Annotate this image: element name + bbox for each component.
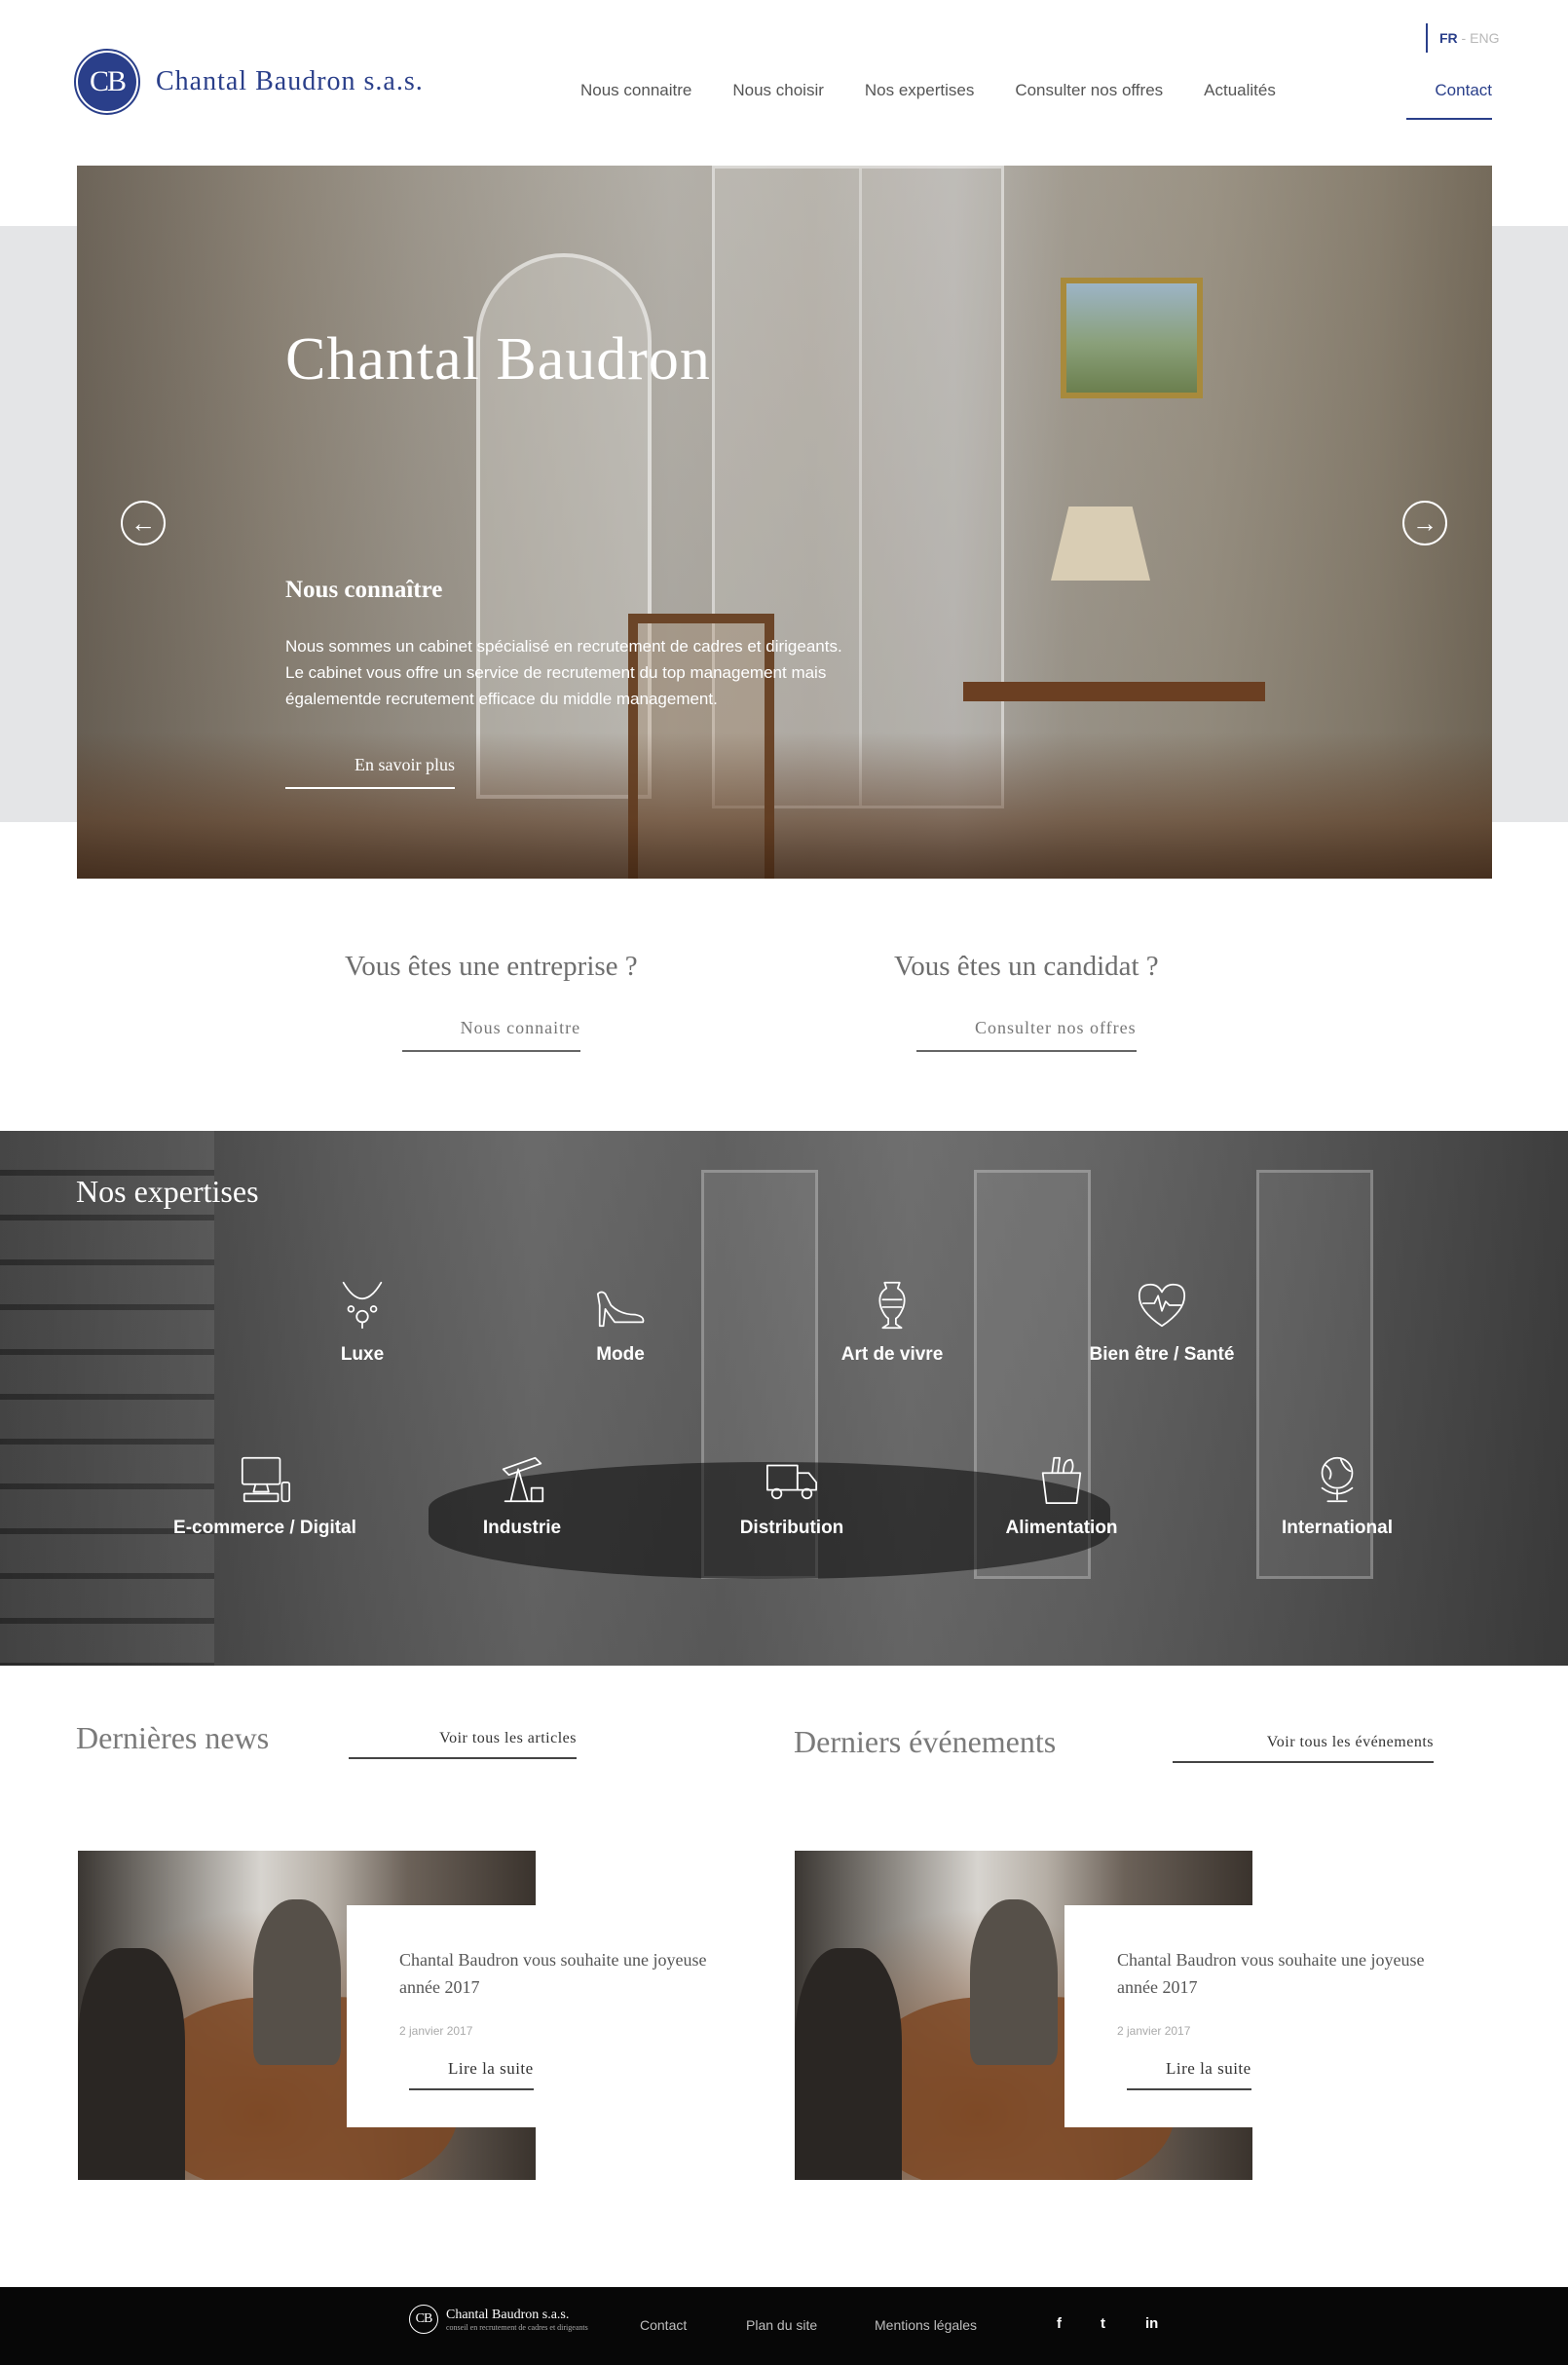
events-see-all-link[interactable]: Voir tous les événements — [1173, 1734, 1434, 1763]
expertises-title: Nos expertises — [76, 1174, 259, 1209]
lang-separator: - — [1457, 30, 1471, 46]
news-card-read-more[interactable]: Lire la suite — [409, 2059, 534, 2090]
expertise-art-de-vivre[interactable]: Art de vivre — [795, 1276, 989, 1366]
nav-nous-connaitre[interactable]: Nous connaitre — [580, 81, 691, 100]
footer-sitemap-link[interactable]: Plan du site — [746, 2317, 817, 2333]
hero-text-line: égalementde recrutement efficace du midd… — [285, 690, 718, 708]
necklace-icon — [333, 1276, 392, 1334]
photo-person — [795, 1948, 902, 2180]
events-title: Derniers événements — [794, 1724, 1057, 1759]
hero-description: Nous sommes un cabinet spécialisé en rec… — [285, 633, 909, 712]
news-see-all-link[interactable]: Voir tous les articles — [349, 1730, 577, 1759]
site-logo[interactable]: CB Chantal Baudron s.a.s. — [74, 49, 424, 115]
twitter-icon[interactable]: t — [1101, 2315, 1105, 2332]
expertise-label: Industrie — [482, 1518, 562, 1538]
hero-text-line: Nous sommes un cabinet spécialisé en rec… — [285, 637, 842, 656]
photo-person — [78, 1948, 185, 2180]
lang-eng-link[interactable]: ENG — [1470, 30, 1499, 46]
arrow-left-icon: ← — [131, 508, 156, 538]
truck-icon — [763, 1449, 821, 1508]
footer-contact-link[interactable]: Contact — [640, 2317, 687, 2333]
cta-candidate: Vous êtes un candidat ? Consulter nos of… — [894, 951, 1159, 1052]
grocery-bag-icon — [1032, 1449, 1091, 1508]
event-card-title[interactable]: Chantal Baudron vous souhaite une joyeus… — [1117, 1946, 1429, 2001]
logo-mark: CB — [74, 49, 140, 115]
linkedin-icon[interactable]: in — [1145, 2315, 1158, 2332]
expertise-bien-etre-sante[interactable]: Bien être / Santé — [1064, 1276, 1259, 1366]
slider-prev-button[interactable]: ← — [121, 501, 166, 545]
expertise-label: International — [1281, 1518, 1393, 1538]
hero-subtitle: Nous connaître — [285, 577, 443, 603]
photo-person — [970, 1899, 1058, 2065]
hero-title: Chantal Baudron — [285, 326, 711, 393]
globe-icon — [1308, 1449, 1366, 1508]
computer-icon — [236, 1449, 294, 1508]
logo-text: Chantal Baudron s.a.s. — [156, 66, 424, 96]
nav-contact[interactable]: Contact — [1406, 81, 1492, 120]
nav-consulter-nos-offres[interactable]: Consulter nos offres — [1015, 81, 1163, 100]
oil-pump-icon — [493, 1449, 551, 1508]
expertise-label: Distribution — [739, 1518, 844, 1538]
news-card-date: 2 janvier 2017 — [399, 2024, 473, 2038]
cta-candidate-title: Vous êtes un candidat ? — [894, 951, 1159, 982]
expertise-label: Bien être / Santé — [1089, 1344, 1235, 1365]
hero-text-line: Le cabinet vous offre un service de recr… — [285, 663, 827, 682]
nav-nous-choisir[interactable]: Nous choisir — [732, 81, 824, 100]
hero-photo-painting — [1061, 278, 1203, 398]
expertise-label: Alimentation — [1005, 1518, 1118, 1538]
event-card-date: 2 janvier 2017 — [1117, 2024, 1191, 2038]
footer-logo-mark: CB — [409, 2305, 438, 2334]
event-card-read-more[interactable]: Lire la suite — [1127, 2059, 1251, 2090]
heart-pulse-icon — [1133, 1276, 1191, 1334]
expertise-label: Art de vivre — [840, 1344, 944, 1365]
expertise-luxe[interactable]: Luxe — [265, 1276, 460, 1366]
main-nav: Nous connaitre Nous choisir Nos expertis… — [580, 81, 1317, 100]
news-card-title[interactable]: Chantal Baudron vous souhaite une joyeus… — [399, 1946, 711, 2001]
expertise-distribution[interactable]: Distribution — [694, 1449, 889, 1539]
footer-legal-link[interactable]: Mentions légales — [875, 2317, 977, 2333]
expertise-mode[interactable]: Mode — [523, 1276, 718, 1366]
footer: CB Chantal Baudron s.a.s. conseil en rec… — [0, 2287, 1568, 2365]
nav-nos-expertises[interactable]: Nos expertises — [865, 81, 974, 100]
news-card: Chantal Baudron vous souhaite une joyeus… — [347, 1905, 727, 2127]
logo-monogram: CB — [78, 53, 136, 111]
footer-logo-text: Chantal Baudron s.a.s. conseil en recrut… — [446, 2308, 588, 2332]
expertise-industrie[interactable]: Industrie — [425, 1449, 619, 1539]
nav-actualites[interactable]: Actualités — [1204, 81, 1276, 100]
expertise-label: E-commerce / Digital — [173, 1518, 356, 1538]
expertise-e-commerce-digital[interactable]: E-commerce / Digital — [168, 1449, 362, 1539]
news-title: Dernières news — [76, 1720, 270, 1755]
vase-icon — [863, 1276, 921, 1334]
slider-next-button[interactable]: → — [1402, 501, 1447, 545]
cta-company-link[interactable]: Nous connaitre — [401, 1018, 581, 1052]
cta-company-title: Vous êtes une entreprise ? — [345, 951, 638, 982]
high-heel-icon — [591, 1276, 650, 1334]
footer-logo[interactable]: CB Chantal Baudron s.a.s. conseil en rec… — [409, 2305, 588, 2334]
lang-fr-link[interactable]: FR — [1439, 30, 1458, 46]
photo-person — [253, 1899, 341, 2065]
footer-logo-tagline: conseil en recrutement de cadres et diri… — [446, 2322, 588, 2332]
expertise-label: Luxe — [340, 1344, 385, 1365]
hero-en-savoir-plus-button[interactable]: En savoir plus — [285, 755, 455, 789]
expertise-label: Mode — [596, 1344, 645, 1365]
cta-company: Vous êtes une entreprise ? Nous connaitr… — [345, 951, 638, 1052]
expertises-section — [0, 1131, 1568, 1666]
footer-logo-name: Chantal Baudron s.a.s. — [446, 2307, 570, 2322]
event-card: Chantal Baudron vous souhaite une joyeus… — [1064, 1905, 1444, 2127]
facebook-icon[interactable]: f — [1057, 2315, 1062, 2332]
hero-photo-lamp — [1051, 507, 1150, 581]
arrow-right-icon: → — [1412, 508, 1437, 538]
expertise-alimentation[interactable]: Alimentation — [964, 1449, 1159, 1539]
cta-candidate-link[interactable]: Consulter nos offres — [916, 1018, 1137, 1052]
language-switcher: FR - ENG — [1426, 23, 1499, 53]
expertise-international[interactable]: International — [1240, 1449, 1435, 1539]
expertises-photo-bookshelf — [0, 1131, 214, 1666]
